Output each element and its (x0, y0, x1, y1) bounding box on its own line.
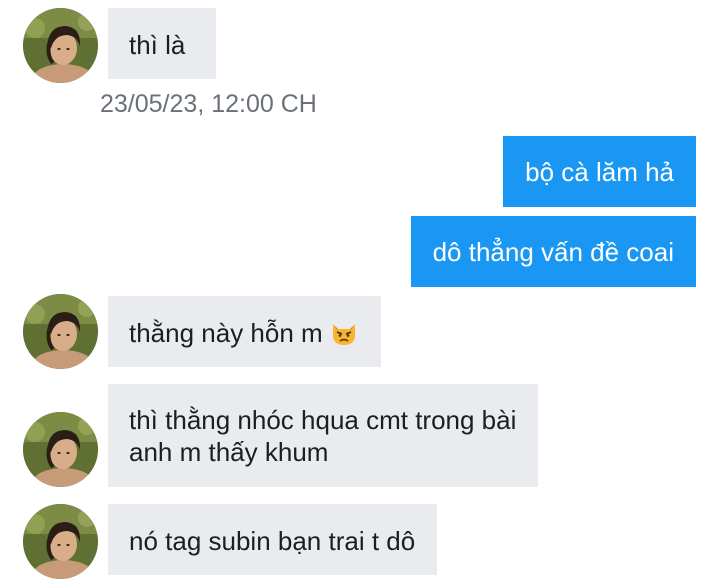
message-text: thằng này hỗn m (129, 318, 323, 348)
message-text: thì là (129, 30, 186, 60)
message-bubble-incoming[interactable]: thằng này hỗn m (108, 296, 381, 367)
contact-avatar[interactable] (23, 412, 98, 487)
contact-avatar[interactable] (23, 8, 98, 83)
message-text-line: anh m thấy khum (129, 437, 329, 467)
message-text: dô thẳng vấn đề coai (432, 237, 674, 267)
angry-cat-face-icon (329, 317, 359, 355)
message-bubble-incoming[interactable]: thì là (108, 8, 216, 79)
message-timestamp: 23/05/23, 12:00 CH (100, 90, 317, 118)
contact-avatar[interactable] (23, 294, 98, 369)
message-bubble-incoming[interactable]: nó tag subin bạn trai t dô (108, 504, 438, 575)
contact-avatar[interactable] (23, 504, 98, 579)
message-bubble-outgoing[interactable]: bộ cà lăm hả (503, 136, 696, 207)
message-text-line: thì thằng nhóc hqua cmt trong bài (129, 405, 517, 435)
message-text: nó tag subin bạn trai t dô (129, 526, 416, 556)
message-bubble-incoming[interactable]: thì thằng nhóc hqua cmt trong bài anh m … (108, 384, 539, 487)
message-bubble-outgoing[interactable]: dô thẳng vấn đề coai (410, 216, 696, 287)
message-text: bộ cà lăm hả (525, 157, 674, 187)
